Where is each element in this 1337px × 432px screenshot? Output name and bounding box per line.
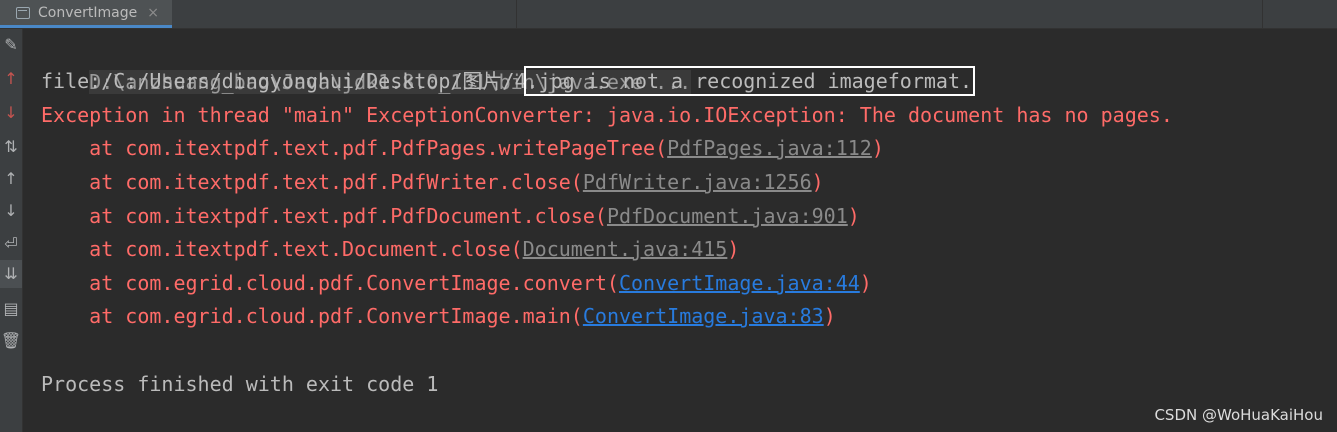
watermark: CSDN @WoHuaKaiHou xyxy=(1154,406,1323,424)
tab-divider xyxy=(516,0,517,28)
stack-link[interactable]: PdfPages.java:112 xyxy=(667,136,872,160)
close-icon[interactable]: × xyxy=(147,5,159,21)
exit-line: Process finished with exit code 1 xyxy=(41,372,439,396)
scroll-to-end-icon[interactable]: ⇊ xyxy=(0,260,22,288)
soft-wrap-icon[interactable]: ⏎ xyxy=(0,230,22,258)
stack-link[interactable]: Document.java:415 xyxy=(523,237,728,261)
stack-line: at com.itextpdf.text.Document.close(Docu… xyxy=(41,237,740,261)
exception-line: Exception in thread "main" ExceptionConv… xyxy=(41,103,1173,127)
print-icon[interactable]: ▤ xyxy=(0,295,22,323)
console-toolbar: ✎ ↑ ↓ ⇅ ↑ ↓ ⏎ ⇊ ▤ 🗑 xyxy=(0,29,23,432)
console-output[interactable]: D:\anzhuang_bao\Java\jdk1.8.0_131\bin\ja… xyxy=(23,29,1337,432)
stack-line: at com.egrid.cloud.pdf.ConvertImage.main… xyxy=(41,304,836,328)
file-message-line: file:/C:/Users/dingyonghui/Desktop/图片/4.… xyxy=(41,65,976,99)
stack-link[interactable]: ConvertImage.java:44 xyxy=(619,271,860,295)
stack-line: at com.egrid.cloud.pdf.ConvertImage.conv… xyxy=(41,271,872,295)
scroll-down-icon[interactable]: ↓ xyxy=(0,197,22,225)
tab-bar: ConvertImage × xyxy=(0,0,1337,29)
stack-link[interactable]: PdfWriter.java:1256 xyxy=(583,170,812,194)
trash-icon[interactable]: 🗑 xyxy=(0,327,22,355)
stack-line: at com.itextpdf.text.pdf.PdfPages.writeP… xyxy=(41,136,884,160)
stack-line: at com.itextpdf.text.pdf.PdfDocument.clo… xyxy=(41,204,860,228)
tab-convertimage[interactable]: ConvertImage × xyxy=(0,0,172,28)
stack-link[interactable]: ConvertImage.java:83 xyxy=(583,304,824,328)
file-path: file:/C:/Users/dingyonghui/Desktop/图片/4 xyxy=(41,69,527,93)
console-icon xyxy=(16,6,30,19)
tab-label: ConvertImage xyxy=(38,4,138,21)
scroll-up-icon[interactable]: ↑ xyxy=(0,165,22,193)
stack-line: at com.itextpdf.text.pdf.PdfWriter.close… xyxy=(41,170,824,194)
tab-divider xyxy=(1262,0,1263,28)
edit-icon[interactable]: ✎ xyxy=(0,31,22,59)
down-arrow-icon[interactable]: ↓ xyxy=(0,99,22,127)
up-arrow-icon[interactable]: ↑ xyxy=(0,65,22,93)
file-error-message: .jpg is not a recognized imageformat. xyxy=(523,66,976,96)
sort-icon[interactable]: ⇅ xyxy=(0,133,22,161)
stack-link[interactable]: PdfDocument.java:901 xyxy=(607,204,848,228)
